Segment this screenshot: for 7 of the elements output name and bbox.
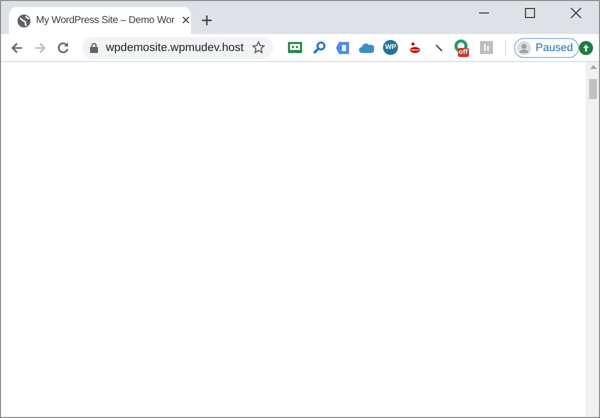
address-bar[interactable]: wpdemosite.wpmudev.host [82, 36, 273, 58]
new-tab-button[interactable]: + [197, 11, 217, 31]
url-text: wpdemosite.wpmudev.host [106, 42, 244, 54]
tab-close-button[interactable]: × [180, 13, 192, 28]
browser-tab[interactable]: My WordPress Site – Demo Wor × [9, 7, 191, 34]
profile-button[interactable]: Paused [514, 38, 579, 58]
tab-title: My WordPress Site – Demo Wor [36, 15, 175, 26]
